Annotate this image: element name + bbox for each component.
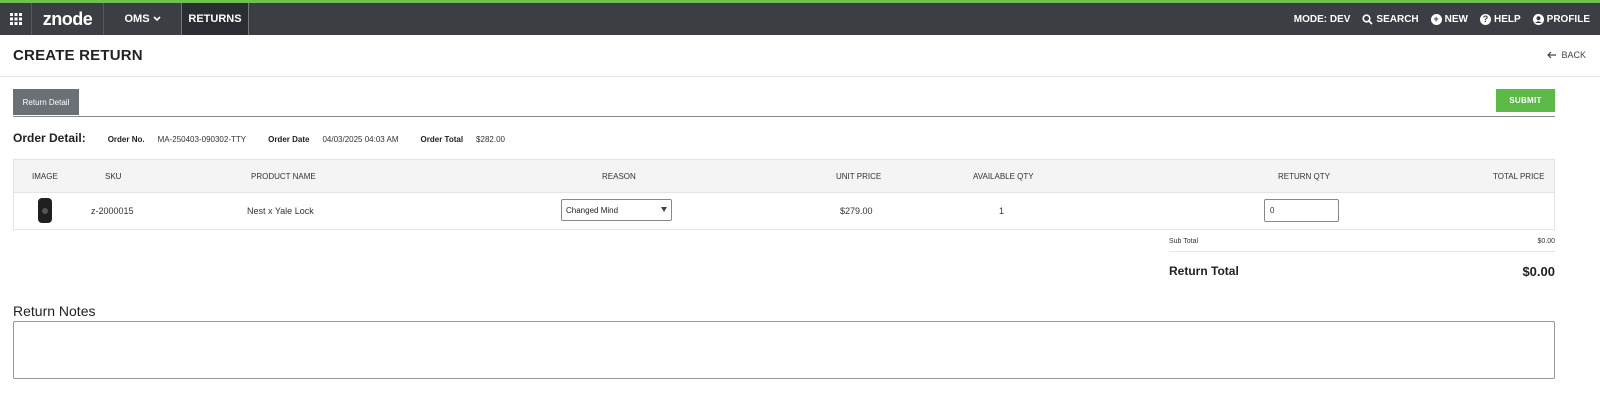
topbar-actions: MODE: DEV SEARCH + NEW ? HELP PROFILE xyxy=(1294,3,1600,35)
profile-label: PROFILE xyxy=(1546,13,1590,25)
order-total-label: Order Total xyxy=(420,135,464,144)
back-label: BACK xyxy=(1561,50,1586,60)
reason-select[interactable]: Changed Mind xyxy=(561,199,672,221)
help-circle-icon: ? xyxy=(1479,13,1491,25)
return-notes-title: Return Notes xyxy=(13,303,96,319)
return-total-value: $0.00 xyxy=(1522,264,1555,279)
col-header-available-qty: AVAILABLE QTY xyxy=(973,171,1034,181)
apps-grid-icon xyxy=(9,13,22,25)
order-no-value: MA-250403-090302-TTY xyxy=(157,135,247,144)
page-title: CREATE RETURN xyxy=(13,47,143,64)
help-label: HELP xyxy=(1493,13,1521,25)
oms-menu[interactable]: OMS xyxy=(104,3,182,35)
row-sku: z-2000015 xyxy=(91,206,134,216)
row-available-qty: 1 xyxy=(999,206,1005,216)
tab-return-detail[interactable]: Return Detail xyxy=(13,89,79,115)
table-row: z-2000015 Nest x Yale Lock Changed Mind … xyxy=(14,193,1554,229)
apps-menu-button[interactable] xyxy=(0,3,32,35)
subtotal-label: Sub Total xyxy=(1169,238,1199,245)
back-link[interactable]: BACK xyxy=(1547,50,1586,60)
col-header-product-name: PRODUCT NAME xyxy=(251,171,316,181)
col-header-unit-price: UNIT PRICE xyxy=(836,171,882,181)
order-detail-summary: Order Detail: Order No. MA-250403-090302… xyxy=(13,131,527,145)
order-date-label: Order Date xyxy=(268,135,310,144)
header-divider xyxy=(0,76,1600,77)
new-label: NEW xyxy=(1444,13,1468,25)
mode-indicator[interactable]: MODE: DEV xyxy=(1294,14,1351,25)
logo-text: znode xyxy=(42,8,93,29)
row-product-name: Nest x Yale Lock xyxy=(247,206,314,216)
return-qty-input[interactable] xyxy=(1264,199,1339,222)
plus-circle-icon: + xyxy=(1430,13,1442,25)
caret-down-icon xyxy=(661,207,667,212)
search-label: SEARCH xyxy=(1376,13,1419,25)
subtotal-row: Sub Total $0.00 xyxy=(1169,236,1555,252)
order-no-label: Order No. xyxy=(107,135,145,144)
col-header-sku: SKU xyxy=(105,171,122,181)
return-total-row: Return Total $0.00 xyxy=(1169,264,1555,279)
arrow-left-icon xyxy=(1547,51,1557,59)
product-image-lock xyxy=(38,198,52,223)
row-unit-price: $279.00 xyxy=(840,206,873,216)
tab-underline xyxy=(13,116,1555,117)
return-total-label: Return Total xyxy=(1169,264,1239,278)
order-total-value: $282.00 xyxy=(476,135,505,144)
chevron-down-icon xyxy=(152,16,161,22)
profile-icon xyxy=(1532,13,1544,25)
col-header-total-price: TOTAL PRICE xyxy=(1493,171,1545,181)
table-header-row: IMAGE SKU PRODUCT NAME REASON UNIT PRICE… xyxy=(14,160,1554,193)
col-header-image: IMAGE xyxy=(32,171,58,181)
search-button[interactable]: SEARCH xyxy=(1362,13,1419,25)
reason-selected-value: Changed Mind xyxy=(566,205,619,215)
return-notes-textarea[interactable] xyxy=(13,321,1555,379)
submit-button[interactable]: SUBMIT xyxy=(1496,89,1555,112)
top-navigation-bar: znode OMS RETURNS MODE: DEV SEARCH + NEW… xyxy=(0,0,1600,35)
subtotal-value: $0.00 xyxy=(1537,238,1555,245)
return-items-table: IMAGE SKU PRODUCT NAME REASON UNIT PRICE… xyxy=(13,159,1555,230)
help-button[interactable]: ? HELP xyxy=(1479,13,1521,25)
search-icon xyxy=(1362,13,1374,25)
oms-label: OMS xyxy=(124,13,150,25)
col-header-reason: REASON xyxy=(602,171,636,181)
returns-label: RETURNS xyxy=(188,13,242,25)
new-button[interactable]: + NEW xyxy=(1430,13,1468,25)
znode-logo[interactable]: znode xyxy=(32,3,104,35)
col-header-return-qty: RETURN QTY xyxy=(1278,171,1330,181)
mode-label: MODE: DEV xyxy=(1293,13,1351,25)
order-date-value: 04/03/2025 04:03 AM xyxy=(322,135,399,144)
profile-button[interactable]: PROFILE xyxy=(1532,13,1590,25)
order-detail-heading: Order Detail: xyxy=(13,131,86,145)
returns-nav-item[interactable]: RETURNS xyxy=(181,3,249,35)
